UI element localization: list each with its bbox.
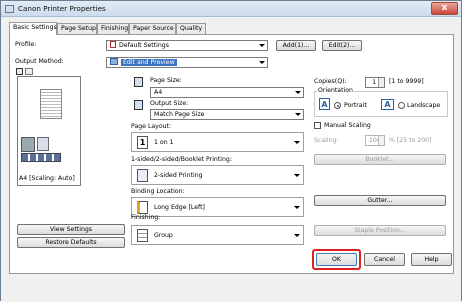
manual-scaling-label: Manual Scaling [324, 122, 371, 129]
chevron-down-icon [295, 113, 301, 116]
binding-icon [137, 201, 148, 214]
stack-illustration [37, 137, 49, 151]
scaling-range: % [25 to 200] [389, 137, 432, 144]
window-title: Canon Printer Properties [18, 4, 106, 13]
chevron-down-icon [259, 61, 265, 64]
output-size-value: Match Page Size [154, 111, 205, 118]
output-method-label: Output Method: [15, 58, 64, 65]
chevron-down-icon [294, 206, 300, 209]
tab-quality[interactable]: Quality [176, 23, 206, 34]
output-size-select[interactable]: Match Page Size [150, 109, 304, 120]
copies-range: [1 to 9999] [389, 78, 424, 85]
binding-location-label: Binding Location: [131, 188, 185, 195]
staple-position-button[interactable]: Staple Position... [314, 225, 446, 236]
group-icon [137, 229, 148, 242]
landscape-label: Landscape [407, 102, 441, 109]
page-thumbnail [40, 89, 62, 119]
copies-label: Copies(Q): [314, 78, 347, 85]
print-preview: A4 [Scaling: Auto] [17, 76, 81, 186]
page-layout-value: 1 on 1 [154, 139, 174, 146]
chevron-down-icon [294, 234, 300, 237]
gutter-button[interactable]: Gutter... [314, 195, 446, 206]
profile-label: Profile: [15, 41, 37, 48]
manual-scaling-checkbox[interactable] [314, 122, 321, 129]
printer-view-icon[interactable] [25, 68, 33, 75]
copies-input[interactable]: 1 [365, 77, 385, 88]
title-bar[interactable]: Canon Printer Properties x [1, 1, 461, 17]
profile-icon [110, 41, 116, 48]
finishing-select[interactable]: Group [131, 225, 304, 245]
printer-properties-window: Canon Printer Properties x Basic Setting… [0, 0, 462, 302]
portrait-label: Portrait [344, 102, 367, 109]
landscape-radio[interactable] [398, 102, 405, 109]
tab-basic-settings[interactable]: Basic Settings [9, 22, 57, 35]
tab-finishing[interactable]: Finishing [97, 23, 129, 34]
chevron-down-icon [259, 44, 265, 47]
profile-select[interactable]: Default Settings [106, 40, 268, 51]
page-layout-icon: 1 [137, 136, 148, 149]
finishing-value: Group [154, 232, 173, 239]
edit-profile-button[interactable]: Edit(2)... [322, 40, 362, 51]
orientation-label: Orientation [317, 87, 354, 94]
copies-value: 1 [372, 79, 376, 86]
scaling-label: Scaling: [314, 137, 339, 144]
restore-defaults-button[interactable]: Restore Defaults [17, 237, 125, 248]
output-size-label: Output Size: [150, 100, 189, 107]
close-button[interactable]: x [431, 2, 458, 15]
spinner-icon[interactable] [378, 78, 384, 87]
page-size-value: A4 [154, 89, 163, 96]
spinner-icon[interactable] [378, 136, 384, 145]
ok-highlight-box [312, 249, 361, 270]
tab-paper-source[interactable]: Paper Source [129, 23, 176, 34]
binding-location-value: Long Edge [Left] [154, 204, 205, 211]
page-size-icon [134, 77, 143, 87]
profile-value: Default Settings [119, 42, 169, 49]
portrait-radio[interactable] [334, 102, 341, 109]
page-layout-label: Page Layout: [131, 123, 172, 130]
scaling-input[interactable]: 100 [365, 135, 385, 146]
output-size-icon [134, 100, 143, 110]
chevron-down-icon [294, 141, 300, 144]
output-method-value: Edit and Preview [121, 59, 177, 66]
page-size-select[interactable]: A4 [150, 87, 304, 98]
layout-icons [21, 153, 61, 162]
portrait-icon: A [319, 98, 330, 110]
printing-mode-select[interactable]: 2-sided Printing [131, 165, 304, 185]
finishing-label: Finishing: [131, 214, 161, 221]
two-sided-icon [137, 169, 148, 182]
output-method-icon [110, 58, 118, 65]
printer-illustration [21, 137, 35, 152]
page-layout-select[interactable]: 1 1 on 1 [131, 132, 304, 152]
booklet-button[interactable]: Booklet... [314, 154, 446, 165]
output-method-select[interactable]: Edit and Preview [106, 57, 268, 68]
cancel-button[interactable]: Cancel [364, 253, 405, 266]
dialog-footer [1, 274, 461, 302]
help-button[interactable]: Help [411, 253, 452, 266]
view-settings-button[interactable]: View Settings [17, 224, 125, 235]
printing-mode-label: 1-sided/2-sided/Booklet Printing: [131, 156, 232, 163]
preview-caption: A4 [Scaling: Auto] [19, 175, 75, 182]
page-view-icon[interactable] [16, 68, 23, 75]
landscape-icon: A [381, 99, 394, 110]
add-profile-button[interactable]: Add(1)... [276, 40, 316, 51]
chevron-down-icon [295, 91, 301, 94]
printing-mode-value: 2-sided Printing [154, 172, 203, 179]
tab-page-setup[interactable]: Page Setup [57, 23, 97, 34]
printer-icon [5, 5, 14, 13]
page-size-label: Page Size: [150, 77, 182, 84]
chevron-down-icon [294, 174, 300, 177]
